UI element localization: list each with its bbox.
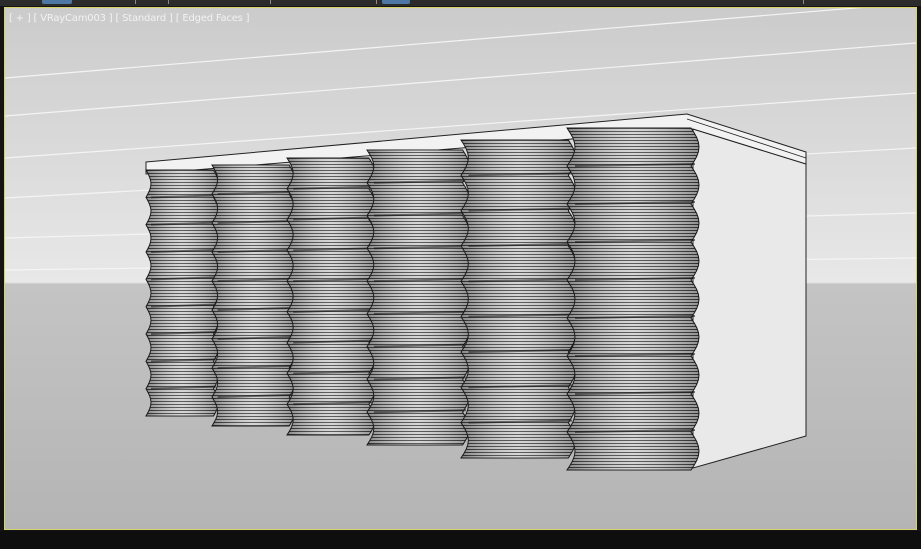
wave-column-shading [567, 128, 699, 470]
toolbar-separator [376, 0, 377, 4]
viewport-shading-label[interactable]: [ Standard ] [115, 13, 172, 24]
viewport-label: [ + ] [ VRayCam003 ] [ Standard ] [ Edge… [9, 13, 250, 24]
wave-column-shading [287, 158, 376, 435]
toolbar-separator [168, 0, 169, 4]
viewport-menu-label[interactable]: [ + ] [9, 13, 31, 24]
top-toolbar-strip [0, 0, 921, 6]
box-side-face [692, 128, 807, 469]
toolbar-separator [270, 0, 271, 4]
toolbar-tab-active-2[interactable] [382, 0, 410, 4]
wave-column-shading [212, 165, 295, 426]
viewport-scene[interactable] [5, 8, 916, 529]
viewport-mode-label[interactable]: [ Edged Faces ] [176, 13, 250, 24]
perspective-viewport[interactable]: [ + ] [ VRayCam003 ] [ Standard ] [ Edge… [4, 7, 917, 530]
wave-column-shading [146, 170, 219, 416]
toolbar-tab-active[interactable] [42, 0, 72, 4]
wave-columns [145, 127, 700, 471]
toolbar-separator [135, 0, 136, 4]
app-window: [ + ] [ VRayCam003 ] [ Standard ] [ Edge… [0, 0, 921, 549]
wave-column-shading [461, 140, 576, 458]
viewport-camera-label[interactable]: [ VRayCam003 ] [34, 13, 113, 24]
wave-column-shading [367, 150, 470, 445]
toolbar-separator [803, 0, 804, 4]
bottom-status-strip [0, 531, 921, 549]
